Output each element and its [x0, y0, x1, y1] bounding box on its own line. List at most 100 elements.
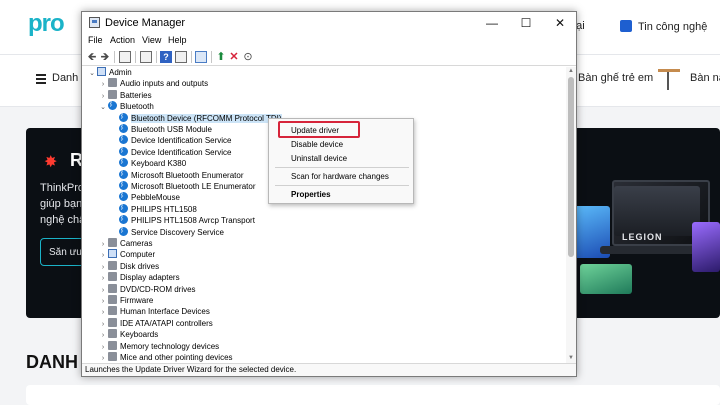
minimize-button[interactable]: — [475, 12, 509, 34]
computer-icon [97, 67, 106, 76]
tree-item-label: Firmware [120, 296, 154, 305]
scroll-up-icon[interactable]: ▲ [567, 68, 575, 74]
tree-item-label: Device Identification Service [131, 136, 232, 146]
expand-chevron-icon[interactable]: › [98, 353, 108, 363]
tree-item-label: Microsoft Bluetooth LE Enumerator [131, 182, 256, 191]
close-button[interactable]: ✕ [543, 12, 577, 34]
tree-item[interactable]: › Firmware [98, 295, 153, 306]
bluetooth-icon [119, 202, 128, 213]
help-icon[interactable]: ? [160, 51, 172, 63]
scan-hardware-icon[interactable] [195, 51, 207, 63]
bluetooth-icon [119, 225, 128, 236]
tree-item[interactable]: › IDE ATA/ATAPI controllers [98, 317, 213, 329]
disable-device-icon[interactable]: ⊙ [242, 51, 254, 63]
category-menu-item[interactable]: Bàn nâ [690, 72, 720, 84]
content-card [26, 385, 720, 405]
tree-item[interactable]: Device Identification Service [109, 145, 232, 158]
ide-icon [108, 317, 117, 327]
bluetooth-icon [119, 133, 128, 145]
update-driver-icon[interactable]: ⬆ [215, 51, 227, 63]
tree-item[interactable]: › Cameras [98, 238, 152, 249]
tree-item[interactable]: › Audio inputs and outputs [98, 78, 208, 89]
bluetooth-icon [119, 122, 128, 133]
tree-item[interactable]: › Computer [98, 249, 155, 260]
category-menu-item[interactable]: Bàn ghế trẻ em [578, 72, 653, 84]
banner-text: giúp bạn [40, 198, 83, 210]
tree-item[interactable]: › Memory technology devices [98, 340, 220, 352]
show-hide-tree-icon[interactable] [119, 51, 131, 63]
tree-item-label: Bluetooth Device (RFCOMM Protocol TDI) [131, 113, 282, 123]
title-bar[interactable]: Device Manager — ☐ ✕ [82, 12, 576, 34]
laptop-screen [614, 186, 700, 236]
tree-item-label: PHILIPS HTL1508 Avrcp Transport [131, 216, 255, 226]
tree-item-label: Mice and other pointing devices [120, 353, 233, 362]
details-icon[interactable] [175, 51, 187, 63]
update-driver-highlight [278, 121, 360, 138]
menu-separator [275, 185, 409, 186]
camera-icon [108, 238, 117, 247]
device-tree[interactable]: ⌄ Admin › Audio inputs and outputs › Batterie… [83, 67, 565, 363]
menu-item-properties[interactable]: Properties [291, 190, 331, 199]
tree-item-label: DVD/CD-ROM drives [120, 284, 196, 294]
tree-item[interactable]: Bluetooth USB Module [109, 122, 212, 135]
back-arrow-icon[interactable]: 🡸 [86, 51, 98, 63]
section-title: DANH [26, 352, 78, 372]
tree-item[interactable]: PHILIPS HTL1508 Avrcp Transport [109, 213, 255, 226]
tree-item[interactable]: Device Identification Service [109, 133, 232, 146]
scrollbar-thumb[interactable] [568, 77, 574, 257]
tree-item[interactable]: › Batteries [98, 89, 152, 101]
tree-item[interactable]: Microsoft Bluetooth LE Enumerator [109, 179, 256, 192]
menu-item-disable-device[interactable]: Disable device [291, 140, 343, 149]
tree-item[interactable]: › Mice and other pointing devices [98, 352, 233, 363]
tree-item-label: PHILIPS HTL1508 [131, 204, 197, 214]
maximize-button[interactable]: ☐ [509, 12, 543, 34]
hamburger-icon[interactable] [36, 74, 46, 86]
uninstall-icon[interactable]: ✕ [228, 51, 240, 63]
bluetooth-icon [108, 99, 117, 111]
burst-icon: ✸ [44, 154, 58, 171]
tree-item[interactable]: › Display adapters [98, 272, 180, 283]
device-manager-icon [89, 17, 100, 28]
menu-file[interactable]: File [88, 35, 103, 45]
tree-item[interactable]: Microsoft Bluetooth Enumerator [109, 168, 244, 181]
menu-separator [275, 167, 409, 168]
menu-view[interactable]: View [142, 35, 161, 45]
bluetooth-icon [119, 179, 128, 190]
menu-item-scan-hardware[interactable]: Scan for hardware changes [291, 172, 389, 181]
tree-item-label: Audio inputs and outputs [120, 79, 209, 89]
tree-item-label: Service Discovery Service [131, 227, 224, 237]
menu-bar: File Action View Help [82, 34, 576, 48]
tree-item-label: Memory technology devices [120, 341, 220, 351]
tree-item-label: Device Identification Service [131, 147, 232, 157]
tree-item[interactable]: › Keyboards [98, 329, 158, 340]
nav-link-tin-cong-nghe[interactable]: Tin công nghệ [620, 20, 707, 33]
properties-icon[interactable] [140, 51, 152, 63]
collapse-chevron-icon[interactable]: ⌄ [98, 102, 108, 113]
menu-help[interactable]: Help [168, 35, 187, 45]
computer-icon [108, 249, 117, 259]
site-logo[interactable]: pro [28, 10, 65, 38]
tree-item[interactable]: ⌄ Admin [87, 67, 132, 78]
tree-item[interactable]: › DVD/CD-ROM drives [98, 283, 196, 295]
tree-item[interactable]: › Human Interface Devices [98, 306, 210, 317]
tree-item-label: Disk drives [120, 261, 160, 271]
tree-item-label: Admin [109, 68, 132, 77]
menu-item-uninstall-device[interactable]: Uninstall device [291, 154, 347, 163]
scroll-down-icon[interactable]: ▼ [567, 355, 575, 361]
tree-item-label: Cameras [120, 239, 153, 248]
forward-arrow-icon[interactable]: 🡺 [99, 51, 111, 63]
tree-item-selected[interactable]: Bluetooth Device (RFCOMM Protocol TDI) [109, 111, 282, 124]
tree-item-label: Keyboard K380 [131, 159, 187, 169]
speaker-icon [108, 78, 117, 88]
memory-icon [108, 340, 117, 350]
laptop-image [692, 222, 720, 272]
tree-item[interactable]: › Disk drives [98, 260, 160, 272]
tree-item[interactable]: Service Discovery Service [109, 225, 224, 238]
menu-action[interactable]: Action [110, 35, 135, 45]
vertical-scrollbar[interactable]: ▲ ▼ [566, 67, 576, 363]
mouse-icon [108, 352, 117, 361]
tree-item-label: Bluetooth [120, 102, 154, 112]
collapse-chevron-icon[interactable]: ⌄ [87, 68, 97, 79]
tree-item-label: Bluetooth USB Module [131, 125, 212, 134]
tree-item[interactable]: ⌄ Bluetooth [98, 99, 154, 113]
